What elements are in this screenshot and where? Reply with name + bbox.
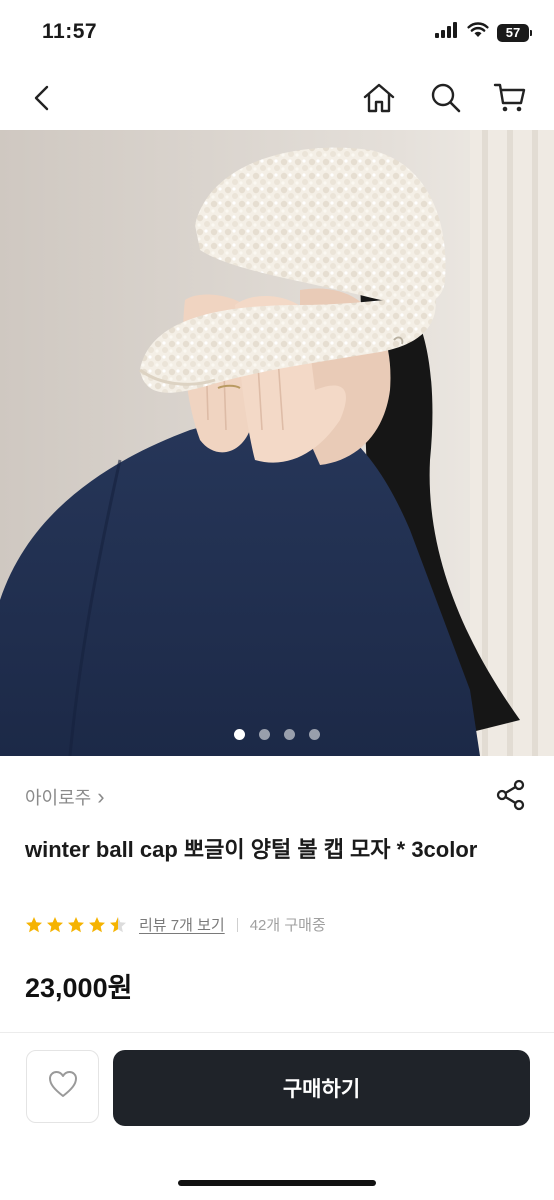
status-icons: 57 [435, 22, 532, 43]
search-icon[interactable] [426, 78, 466, 118]
heart-icon [48, 1070, 78, 1103]
brand-name: 아이로주 [25, 788, 92, 808]
rating-row: 리뷰 7개 보기 42개 구매중 [25, 914, 326, 935]
star-icon [89, 916, 105, 932]
star-icon [26, 916, 42, 932]
star-icon [68, 916, 84, 932]
brand-link[interactable]: 아이로주 › [25, 784, 105, 810]
status-time: 11:57 [42, 20, 98, 43]
gallery-dot-4[interactable] [309, 729, 320, 740]
star-rating [25, 916, 127, 934]
gallery-dot-3[interactable] [284, 729, 295, 740]
review-link[interactable]: 리뷰 7개 보기 [139, 914, 225, 935]
cart-icon[interactable] [490, 78, 530, 118]
battery-level: 57 [497, 23, 529, 42]
wishlist-button[interactable] [26, 1050, 99, 1123]
home-indicator [178, 1180, 376, 1186]
status-bar: 11:57 57 [0, 0, 554, 66]
gallery-pagination [0, 729, 554, 740]
buy-button[interactable]: 구매하기 [113, 1050, 530, 1126]
purchase-count: 42개 구매중 [249, 917, 326, 934]
nav-bar [0, 66, 554, 130]
star-icon [110, 916, 126, 932]
bottom-bar-divider [0, 1032, 554, 1033]
chevron-right-icon: › [97, 784, 105, 809]
gallery-dot-1[interactable] [234, 729, 245, 740]
product-price: 23,000원 [25, 973, 133, 1003]
product-title: winter ball cap 뽀글이 양털 볼 캡 모자 * 3color [25, 837, 478, 862]
signal-icon [435, 22, 459, 43]
star-icon [47, 916, 63, 932]
gallery-dot-2[interactable] [259, 729, 270, 740]
product-image-gallery[interactable] [0, 130, 554, 756]
back-arrow-icon[interactable] [22, 78, 62, 118]
share-icon[interactable] [494, 778, 528, 812]
home-icon[interactable] [359, 78, 399, 118]
wifi-icon [467, 22, 489, 43]
battery-icon: 57 [497, 23, 532, 42]
divider [236, 917, 238, 932]
product-photo [0, 130, 554, 756]
